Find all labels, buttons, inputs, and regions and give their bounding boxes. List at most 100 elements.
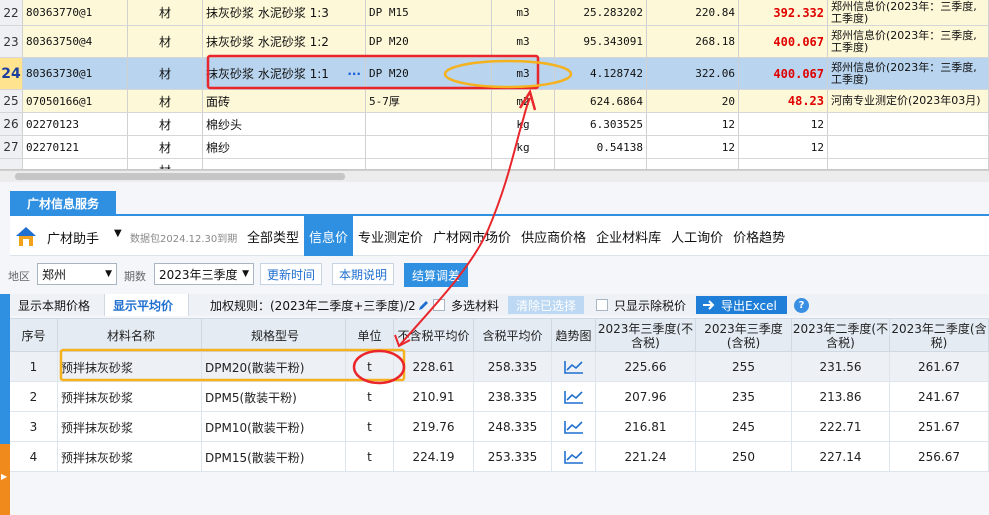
tab-nav-0[interactable]: 全部类型 [242,216,304,256]
market-price[interactable]: 48.23 [739,90,828,112]
market-price[interactable]: 12 [739,113,828,135]
column-header[interactable]: 2023年二季度(含税) [890,319,989,353]
material-name[interactable]: 棉纱头 [203,113,366,135]
column-header[interactable]: 2023年三季度(含税) [696,319,792,353]
material-spec[interactable]: DP M20 [366,26,492,57]
material-unit[interactable]: kg [492,136,555,158]
material-quantity[interactable]: 6.303525 [555,113,647,135]
column-header[interactable]: 含税平均价 [474,319,552,353]
material-unit[interactable]: kg [492,113,555,135]
app-name[interactable]: 广材助手 [47,228,99,247]
trend-chart-icon[interactable] [563,450,584,464]
checkbox[interactable] [433,299,445,311]
material-spec[interactable] [366,159,492,169]
grid-row[interactable]: 26 02270123 材棉纱头 kg 6.303525 12 12 [0,113,989,136]
budget-price[interactable] [647,159,739,169]
trend-cell[interactable] [552,352,596,382]
column-header[interactable]: 不含税平均价 [394,319,474,353]
tab-nav-4[interactable]: 供应商价格 [516,216,591,256]
scrollbar-thumb[interactable] [15,173,345,180]
table-row[interactable]: 4 预拌抹灰砂浆 DPM15(散装干粉) t 224.19 253.335 221.24 25… [10,442,989,472]
side-collapse-strip[interactable]: ▶ [0,294,10,515]
material-type[interactable]: 材 [128,136,203,158]
material-code[interactable]: 80363730@1 [23,58,128,89]
region-select[interactable]: 郑州 ▼ [37,263,117,285]
price-source[interactable] [828,159,989,169]
column-header[interactable]: 序号 [10,319,58,353]
material-type[interactable]: 材 [128,26,203,57]
material-name[interactable]: 抹灰砂浆 水泥砂浆 1:1 ··· [203,58,366,89]
material-unit[interactable] [492,159,555,169]
tab-nav-3[interactable]: 广材网市场价 [428,216,516,256]
row-number[interactable] [0,159,23,169]
material-type[interactable]: 材 [128,159,203,169]
material-code[interactable] [23,159,128,169]
grid-row[interactable]: 24 80363730@1 材抹灰砂浆 水泥砂浆 1:1 ··· DP M20 m3 4.1… [0,58,989,90]
app-menu-caret-icon[interactable]: ▼ [114,228,122,239]
grid-row[interactable]: 25 07050166@1 材面砖 5-7厚 m2 624.6864 20 48.23 河南专业… [0,90,989,113]
grid-row[interactable]: 22 80363770@1 材抹灰砂浆 水泥砂浆 1:3 DP M15 m3 25.283… [0,0,989,26]
material-code[interactable]: 02270123 [23,113,128,135]
material-quantity[interactable]: 4.128742 [555,58,647,89]
material-code[interactable]: 02270121 [23,136,128,158]
row-number[interactable]: 25 [0,90,23,112]
grid-row[interactable]: 23 80363750@4 材抹灰砂浆 水泥砂浆 1:2 DP M20 m3 95.343… [0,26,989,58]
material-quantity[interactable] [555,159,647,169]
help-icon[interactable]: ? [794,297,809,313]
tab-average-price[interactable]: 显示平均价 [105,294,189,316]
material-name[interactable]: 抹灰砂浆 水泥砂浆 1:3 [203,0,366,25]
column-header[interactable]: 2023年二季度(不含税) [792,319,890,353]
material-code[interactable]: 07050166@1 [23,90,128,112]
material-type[interactable]: 材 [128,58,203,89]
column-header[interactable]: 材料名称 [58,319,202,353]
horizontal-scrollbar[interactable] [0,170,989,182]
material-spec[interactable] [366,113,492,135]
export-excel-button[interactable]: 导出Excel [696,296,787,314]
update-time-button[interactable]: 更新时间 [260,263,323,285]
trend-cell[interactable] [552,442,596,472]
material-name[interactable]: 抹灰砂浆 水泥砂浆 1:2 [203,26,366,57]
period-desc-button[interactable]: 本期说明 [332,263,395,285]
budget-price[interactable]: 220.84 [647,0,739,25]
material-code[interactable]: 80363770@1 [23,0,128,25]
grid-row[interactable]: 材 [0,159,989,169]
settle-button[interactable]: 结算调差 [404,263,469,287]
material-spec[interactable]: 5-7厚 [366,90,492,112]
price-source[interactable]: 郑州信息价(2023年：三季度,工季度) [828,58,989,89]
tab-current-price[interactable]: 显示本期价格 [10,294,105,316]
tab-nav-1[interactable]: 信息价 [304,216,354,256]
budget-price[interactable]: 268.18 [647,26,739,57]
market-price[interactable]: 400.067 [739,26,828,57]
material-quantity[interactable]: 25.283202 [555,0,647,25]
table-row[interactable]: 1 预拌抹灰砂浆 DPM20(散装干粉) t 228.61 258.335 225.66 25… [10,352,989,382]
multi-select-toggle[interactable]: 多选材料 [433,294,499,316]
column-header[interactable]: 趋势图 [552,319,596,353]
tab-nav-2[interactable]: 专业测定价 [353,216,428,256]
material-unit[interactable]: m3 [492,0,555,25]
row-number[interactable]: 23 [0,26,23,57]
column-header[interactable]: 单位 [346,319,394,353]
trend-chart-icon[interactable] [563,390,584,404]
clear-selected-button[interactable]: 清除已选择 [508,296,585,314]
market-price[interactable]: 400.067 [739,58,828,89]
material-unit[interactable]: m3 [492,58,555,89]
material-spec[interactable] [366,136,492,158]
trend-chart-icon[interactable] [563,420,584,434]
row-number[interactable]: 26 [0,113,23,135]
pencil-icon[interactable] [418,300,429,311]
checkbox[interactable] [596,299,608,311]
material-name[interactable] [203,159,366,169]
row-number[interactable]: 24 [0,58,23,89]
material-quantity[interactable]: 0.54138 [555,136,647,158]
budget-price[interactable]: 20 [647,90,739,112]
material-type[interactable]: 材 [128,0,203,25]
trend-cell[interactable] [552,412,596,442]
material-unit[interactable]: m3 [492,26,555,57]
material-quantity[interactable]: 624.6864 [555,90,647,112]
price-source[interactable]: 郑州信息价(2023年：三季度,工季度) [828,26,989,57]
material-code[interactable]: 80363750@4 [23,26,128,57]
material-spec[interactable]: DP M15 [366,0,492,25]
expand-arrow-icon[interactable]: ▶ [1,472,7,481]
table-row[interactable]: 3 预拌抹灰砂浆 DPM10(散装干粉) t 219.76 248.335 216.81 24… [10,412,989,442]
table-row[interactable]: 2 预拌抹灰砂浆 DPM5(散装干粉) t 210.91 238.335 207.96 235… [10,382,989,412]
